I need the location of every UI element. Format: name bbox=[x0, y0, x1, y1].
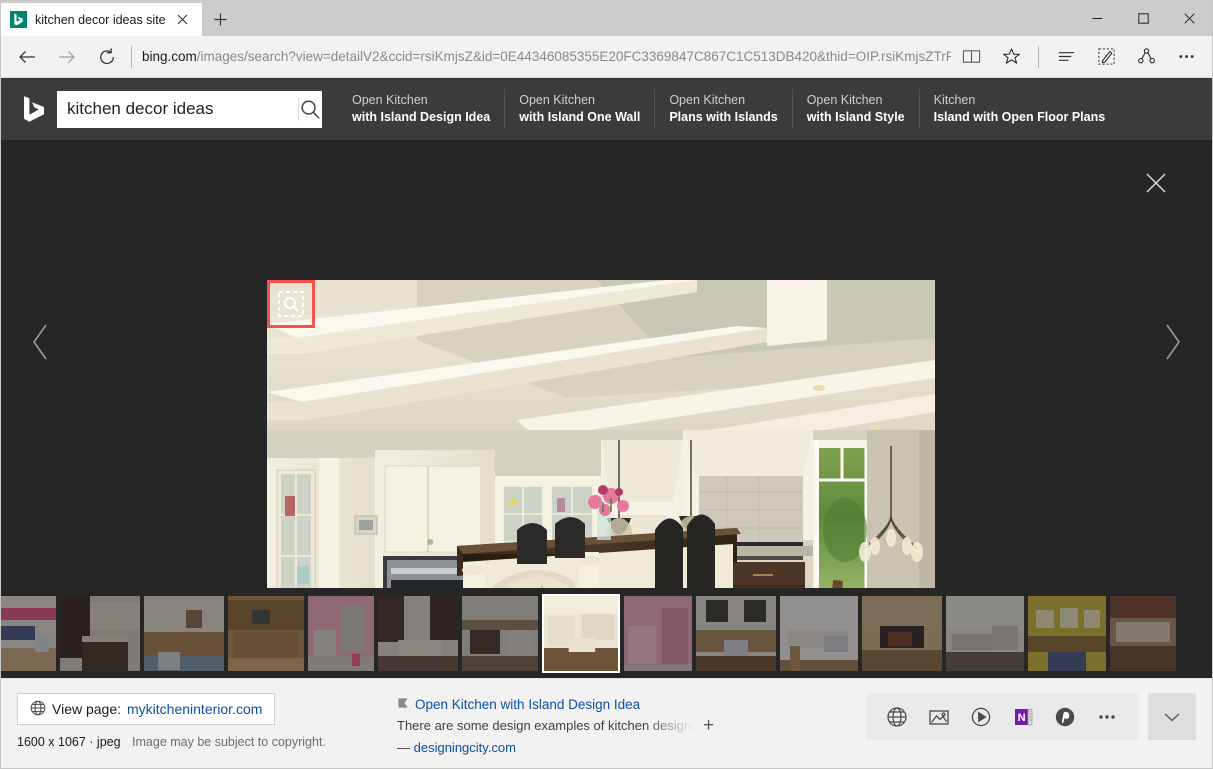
images-icon[interactable] bbox=[924, 702, 954, 732]
image-info-bar: View page: mykitcheninterior.com 1600 x … bbox=[1, 678, 1212, 768]
related-line1: Open Kitchen bbox=[807, 92, 905, 109]
related-line2: with Island Design Idea bbox=[352, 109, 490, 126]
favorites-star-icon[interactable] bbox=[991, 38, 1031, 76]
thumbnail-8[interactable] bbox=[624, 596, 692, 671]
search-input[interactable] bbox=[57, 92, 298, 127]
web-note-icon[interactable] bbox=[1086, 38, 1126, 76]
address-separator bbox=[131, 46, 132, 68]
bing-logo-icon[interactable] bbox=[15, 95, 53, 123]
close-viewer-button[interactable] bbox=[1135, 162, 1177, 204]
hub-icon[interactable] bbox=[1046, 38, 1086, 76]
new-tab-button[interactable] bbox=[202, 3, 240, 36]
related-line1: Open Kitchen bbox=[519, 92, 640, 109]
action-bar: N bbox=[866, 693, 1196, 740]
result-source[interactable]: — designingcity.com bbox=[397, 737, 747, 759]
address-path: /images/search?view=detailV2&ccid=rsiKmj… bbox=[197, 49, 951, 64]
view-page-label: View page: bbox=[52, 701, 121, 717]
thumbnail-strip bbox=[1, 588, 1212, 678]
thumbnail-12[interactable] bbox=[946, 596, 1024, 671]
browser-tab[interactable]: kitchen decor ideas site bbox=[1, 3, 202, 36]
thumbnail-1[interactable] bbox=[60, 596, 140, 671]
info-left-column: View page: mykitcheninterior.com 1600 x … bbox=[17, 693, 397, 749]
thumbnail-11[interactable] bbox=[862, 596, 942, 671]
minimize-button[interactable] bbox=[1074, 1, 1120, 36]
view-page-button[interactable]: View page: mykitcheninterior.com bbox=[17, 693, 275, 725]
bookmark-tag-icon bbox=[397, 695, 409, 715]
close-window-button[interactable] bbox=[1166, 1, 1212, 36]
previous-image-button[interactable] bbox=[1, 140, 81, 544]
svg-text:N: N bbox=[1018, 712, 1026, 724]
address-host: bing.com bbox=[142, 49, 197, 64]
related-line1: Open Kitchen bbox=[352, 92, 490, 109]
share-icon[interactable] bbox=[1126, 38, 1166, 76]
thumbnail-9[interactable] bbox=[696, 596, 776, 671]
address-bar-input[interactable]: bing.com/images/search?view=detailV2&cci… bbox=[142, 38, 951, 76]
related-line2: Plans with Islands bbox=[669, 109, 777, 126]
result-details: Open Kitchen with Island Design Idea The… bbox=[397, 693, 747, 759]
visual-search-button[interactable] bbox=[267, 280, 315, 328]
main-image-container: i bbox=[267, 280, 935, 588]
forward-button[interactable] bbox=[47, 38, 87, 76]
thumbnail-0[interactable] bbox=[1, 596, 56, 671]
thumbnail-4[interactable] bbox=[308, 596, 374, 671]
browser-window: kitchen decor ideas site bbox=[0, 0, 1213, 769]
tab-strip: kitchen decor ideas site bbox=[1, 1, 1212, 36]
window-controls bbox=[1074, 1, 1212, 36]
image-metadata: 1600 x 1067 · jpeg Image may be subject … bbox=[17, 735, 397, 749]
related-line1: Open Kitchen bbox=[669, 92, 777, 109]
image-dimensions: 1600 x 1067 · jpeg bbox=[17, 735, 121, 749]
onenote-icon[interactable]: N bbox=[1008, 702, 1038, 732]
result-title-link[interactable]: Open Kitchen with Island Design Idea bbox=[397, 695, 747, 715]
related-line2: Island with Open Floor Plans bbox=[934, 109, 1106, 126]
source-dash: — bbox=[397, 740, 410, 755]
tab-close-icon[interactable] bbox=[174, 11, 192, 29]
browser-toolbar bbox=[951, 38, 1206, 76]
bing-header: Open Kitchen with Island Design Idea Ope… bbox=[1, 78, 1212, 140]
copyright-notice: Image may be subject to copyright. bbox=[132, 735, 326, 749]
related-search-4[interactable]: Kitchen Island with Open Floor Plans bbox=[919, 89, 1120, 129]
tab-title: kitchen decor ideas site bbox=[35, 13, 166, 27]
bing-favicon-icon bbox=[10, 11, 27, 28]
share-actions-group: N bbox=[866, 693, 1138, 740]
web-search-icon[interactable] bbox=[882, 702, 912, 732]
reading-view-icon[interactable] bbox=[951, 38, 991, 76]
image-viewer: i bbox=[1, 140, 1212, 588]
result-title-text: Open Kitchen with Island Design Idea bbox=[415, 695, 640, 715]
navigation-bar: bing.com/images/search?view=detailV2&cci… bbox=[1, 36, 1212, 78]
thumbnail-7-selected[interactable] bbox=[542, 594, 620, 673]
thumbnail-5[interactable] bbox=[378, 596, 458, 671]
result-description: There are some design examples of kitche… bbox=[397, 715, 697, 737]
related-searches: Open Kitchen with Island Design Idea Ope… bbox=[344, 78, 1212, 140]
thumbnail-6[interactable] bbox=[462, 596, 538, 671]
bing-search-box[interactable] bbox=[57, 91, 322, 128]
related-line2: with Island One Wall bbox=[519, 109, 640, 126]
thumbnail-3[interactable] bbox=[228, 596, 304, 671]
related-search-3[interactable]: Open Kitchen with Island Style bbox=[792, 89, 919, 129]
view-page-link: mykitcheninterior.com bbox=[127, 701, 262, 717]
thumbnail-14[interactable] bbox=[1110, 596, 1176, 671]
pinterest-icon[interactable] bbox=[1050, 702, 1080, 732]
settings-more-icon[interactable] bbox=[1166, 38, 1206, 76]
related-search-2[interactable]: Open Kitchen Plans with Islands bbox=[654, 89, 791, 129]
videos-icon[interactable] bbox=[966, 702, 996, 732]
source-link-text: designingcity.com bbox=[414, 740, 516, 755]
related-line2: with Island Style bbox=[807, 109, 905, 126]
result-description-row: There are some design examples of kitche… bbox=[397, 715, 747, 737]
related-line1: Kitchen bbox=[934, 92, 1106, 109]
more-actions-icon[interactable] bbox=[1092, 702, 1122, 732]
back-button[interactable] bbox=[7, 38, 47, 76]
maximize-button[interactable] bbox=[1120, 1, 1166, 36]
thumbnail-10[interactable] bbox=[780, 596, 858, 671]
thumbnail-13[interactable] bbox=[1028, 596, 1106, 671]
kitchen-photo[interactable]: i bbox=[267, 280, 935, 588]
thumbnail-2[interactable] bbox=[144, 596, 224, 671]
refresh-button[interactable] bbox=[87, 38, 127, 76]
expand-description-button[interactable]: + bbox=[703, 718, 714, 734]
globe-icon bbox=[30, 700, 46, 719]
related-search-1[interactable]: Open Kitchen with Island One Wall bbox=[504, 89, 654, 129]
collapse-panel-button[interactable] bbox=[1148, 693, 1196, 740]
related-search-0[interactable]: Open Kitchen with Island Design Idea bbox=[344, 89, 504, 129]
toolbar-separator bbox=[1038, 46, 1039, 68]
search-submit-button[interactable] bbox=[299, 91, 322, 128]
